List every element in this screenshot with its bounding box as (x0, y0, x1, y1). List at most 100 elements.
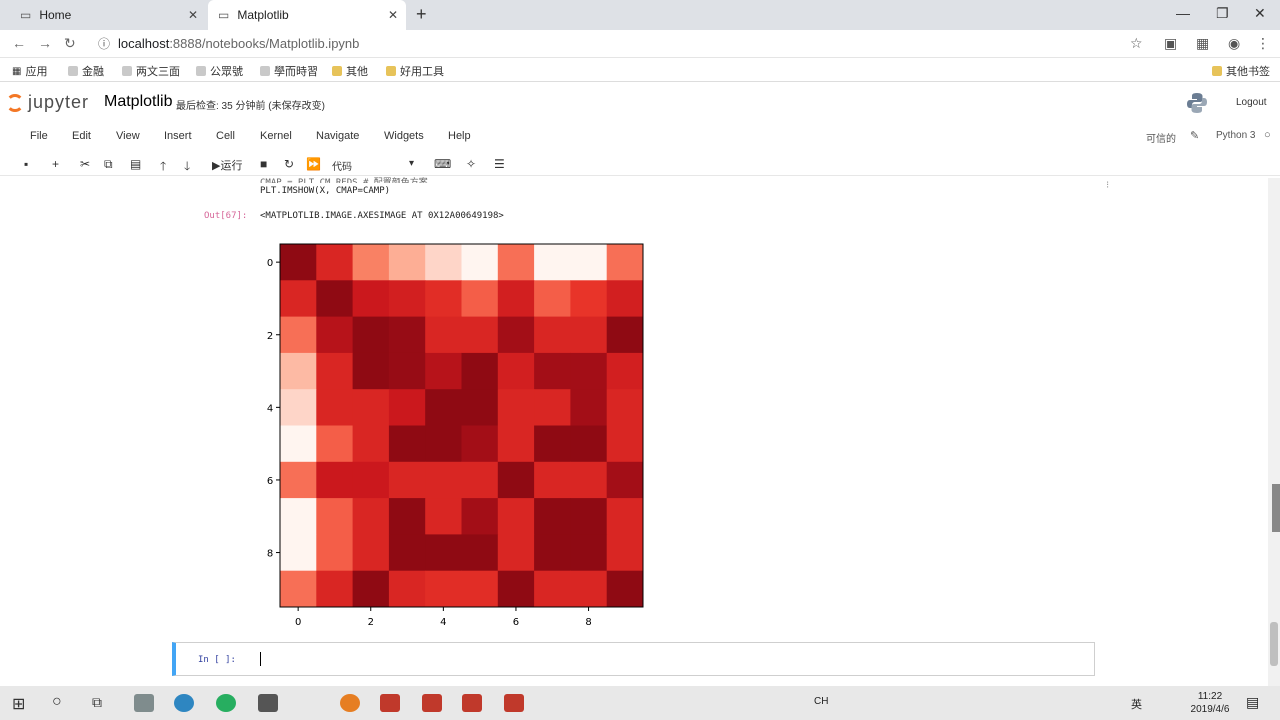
heatmap-cell (316, 461, 354, 499)
menu-view[interactable]: View (116, 130, 140, 142)
heatmap-cell (606, 534, 644, 572)
output-prompt: Out[67]: (204, 211, 248, 221)
menu-kernel[interactable]: Kernel (260, 130, 292, 142)
menu-navigate[interactable]: Navigate (316, 130, 359, 142)
scrollbar-thumb[interactable] (1270, 622, 1278, 666)
wechat-icon[interactable] (216, 694, 236, 712)
cell-type-select[interactable]: 代码 ▾ (332, 158, 418, 173)
app-icon[interactable] (258, 694, 278, 712)
wand-icon[interactable]: ✧ (466, 157, 476, 171)
bookmark-folder[interactable]: 两文三面 (122, 63, 180, 79)
kernel-name: Python 3 (1216, 130, 1256, 141)
menu-widgets[interactable]: Widgets (384, 130, 424, 142)
windows-start-icon[interactable]: ⊞ (12, 694, 25, 714)
heatmap-cell (280, 244, 317, 281)
taskbar: ⊞ ○ ⧉ CH 英 ▤ (0, 686, 1280, 720)
ime-language[interactable]: 英 (1131, 696, 1142, 712)
url-field[interactable]: localhost:8888/notebooks/Matplotlib.ipyn… (118, 36, 359, 51)
bookmark-apps[interactable]: ▦ 应用 (12, 63, 47, 79)
save-icon[interactable]: ▪ (24, 157, 28, 171)
back-icon[interactable]: ← (12, 35, 26, 51)
caret-down-icon: ▾ (408, 158, 414, 169)
ime-indicator[interactable]: CH (814, 696, 828, 707)
scrollbar[interactable] (1268, 178, 1280, 686)
heatmap-cell (352, 316, 390, 354)
bookmark-folder[interactable]: 學而時習 (260, 63, 318, 79)
heatmap-cell (606, 461, 644, 499)
bookmark-folder[interactable]: 金融 (68, 63, 104, 79)
clock-time: 11:22 (1197, 691, 1223, 702)
menu-help[interactable]: Help (448, 130, 471, 142)
maximize-icon[interactable]: ❐ (1216, 5, 1229, 22)
bookmark-other[interactable]: 其他书签 (1212, 63, 1270, 79)
heatmap-cell (497, 389, 535, 426)
bookmark-folder[interactable]: 好用工具 (386, 63, 444, 79)
heatmap-cell (570, 498, 608, 535)
jupyter-logo[interactable]: jupyter (6, 92, 89, 113)
wps-icon[interactable] (504, 694, 524, 712)
list-icon[interactable]: ☰ (494, 157, 505, 171)
move-down-icon[interactable]: 🡓 (184, 157, 190, 178)
x-tick-label: 8 (585, 617, 591, 628)
heatmap-cell (352, 352, 390, 390)
folder-icon (1212, 66, 1222, 76)
minimize-icon[interactable]: — (1176, 5, 1190, 21)
chrome-icon[interactable] (340, 694, 360, 712)
menu-cell[interactable]: Cell (216, 130, 235, 142)
add-cell-icon[interactable]: + (52, 157, 59, 171)
notebook-name[interactable]: Matplotlib (104, 93, 172, 111)
stop-icon[interactable]: ■ (260, 157, 267, 171)
star-icon[interactable]: ☆ (1130, 35, 1143, 52)
cut-icon[interactable]: ✂ (80, 157, 90, 171)
powerpoint-icon[interactable] (422, 694, 442, 712)
heatmap-cell (388, 570, 426, 608)
heatmap-cell (425, 534, 462, 572)
y-tick-label: 4 (267, 403, 273, 414)
paste-icon[interactable]: ▤ (130, 157, 141, 171)
copy-icon[interactable]: ⧉ (104, 157, 113, 172)
info-icon[interactable]: ⓘ (98, 35, 110, 52)
logout-button[interactable]: Logout (1236, 97, 1267, 108)
pencil-icon[interactable]: ✎ (1190, 129, 1199, 142)
run-button[interactable]: ▶运行 (212, 157, 242, 173)
move-up-icon[interactable]: 🡑 (160, 157, 166, 178)
edge-icon[interactable] (174, 694, 194, 712)
trusted-badge[interactable]: 可信的 (1146, 130, 1176, 145)
heatmap-cell (352, 425, 390, 463)
bookmark-folder[interactable]: 其他 (332, 63, 368, 79)
tab-home[interactable]: ▭ Home ✕ (10, 0, 206, 30)
extension-icon[interactable]: ▣ (1164, 35, 1177, 52)
menu-edit[interactable]: Edit (72, 130, 91, 142)
tab-matplotlib[interactable]: ▭ Matplotlib ✕ (208, 0, 406, 30)
forward-icon[interactable]: → (38, 35, 52, 51)
profile-icon[interactable]: ◉ (1228, 35, 1240, 52)
extension-icon[interactable]: ▦ (1196, 35, 1209, 52)
wps-icon[interactable] (462, 694, 482, 712)
heatmap-cell (425, 461, 462, 499)
code-line: PLT.IMSHOW(X, CMAP=CAMP) (260, 186, 391, 196)
task-view-icon[interactable]: ⧉ (92, 694, 102, 711)
search-icon[interactable]: ○ (52, 693, 62, 711)
heatmap-cell (534, 389, 571, 426)
keyboard-icon[interactable]: ⌨ (434, 157, 451, 171)
heatmap-cell (352, 389, 390, 426)
new-tab-button[interactable]: + (416, 4, 427, 25)
restart-icon[interactable]: ↻ (284, 157, 294, 171)
fast-forward-icon[interactable]: ⏩ (306, 157, 321, 171)
heatmap-cell (534, 498, 571, 535)
code-input-cell[interactable] (172, 642, 1095, 676)
menu-file[interactable]: File (30, 130, 48, 142)
notification-icon[interactable]: ▤ (1246, 694, 1259, 711)
app-icon[interactable] (380, 694, 400, 712)
bookmark-folder[interactable]: 公眾號 (196, 63, 243, 79)
close-icon[interactable]: ✕ (388, 8, 398, 22)
menu-insert[interactable]: Insert (164, 130, 192, 142)
close-icon[interactable]: ✕ (188, 8, 198, 22)
menu-icon[interactable]: ⋮ (1256, 35, 1270, 52)
heatmap-cell (570, 425, 608, 463)
file-explorer-icon[interactable] (134, 694, 154, 712)
close-window-icon[interactable]: ✕ (1254, 5, 1266, 22)
heatmap-cell (388, 389, 426, 426)
taskbar-clock[interactable]: 11:22 2019/4/6 (1186, 690, 1234, 716)
reload-icon[interactable]: ↻ (64, 35, 76, 52)
